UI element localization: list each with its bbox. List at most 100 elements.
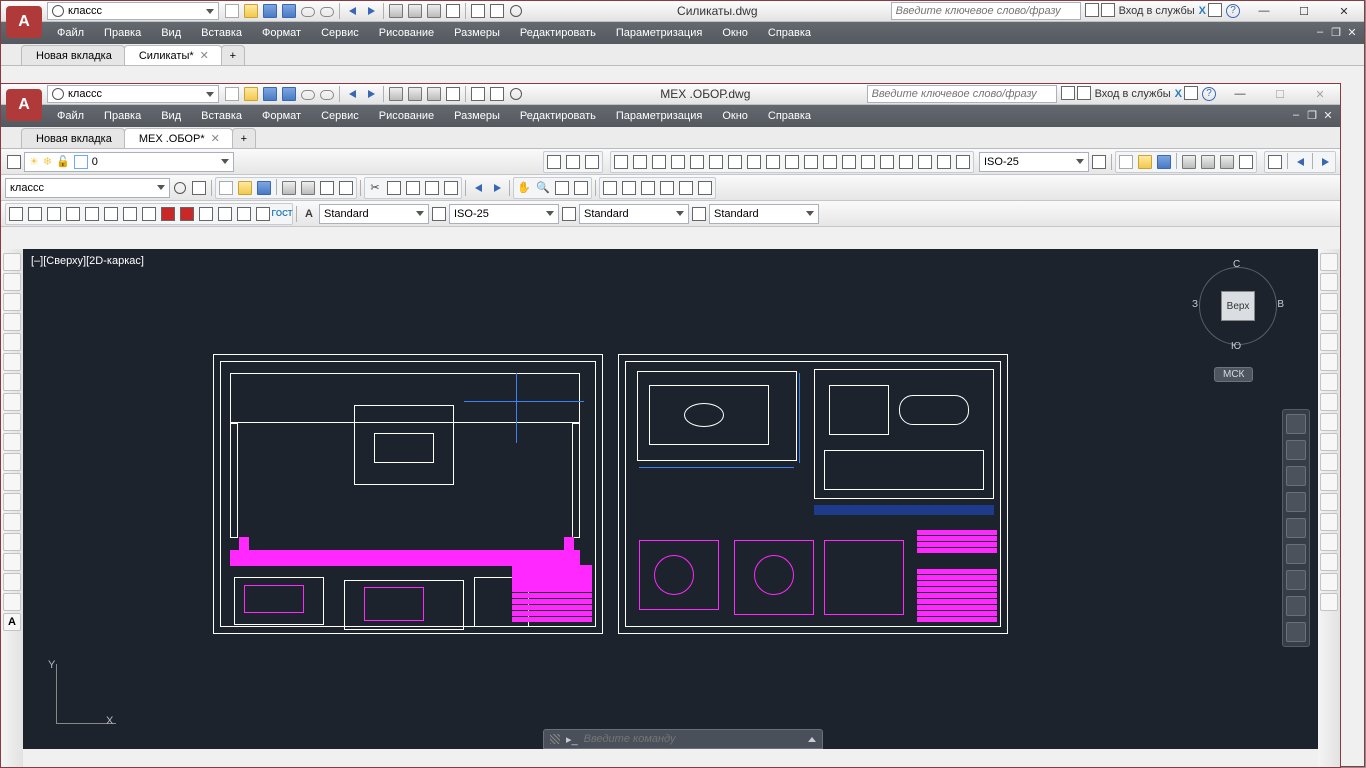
command-input[interactable]: [584, 733, 802, 745]
print-preview-icon[interactable]: [406, 85, 424, 103]
mdi-close-icon[interactable]: ✕: [1344, 24, 1360, 40]
viewcube-w[interactable]: З: [1192, 299, 1198, 310]
osnap-tmp-icon[interactable]: [7, 205, 25, 223]
more-icon[interactable]: [526, 85, 544, 103]
blockedit-icon[interactable]: [442, 179, 460, 197]
help-icon[interactable]: [1226, 4, 1240, 18]
pline-icon[interactable]: [3, 273, 21, 291]
ellipse-icon[interactable]: [3, 373, 21, 391]
search-go-icon[interactable]: [1061, 86, 1075, 103]
more-icon[interactable]: [526, 2, 544, 20]
cut-icon[interactable]: ✂: [366, 179, 384, 197]
open3-icon[interactable]: [236, 179, 254, 197]
infocenter-search[interactable]: [867, 85, 1057, 103]
menu-tools[interactable]: Сервис: [311, 22, 369, 44]
chamfer-icon[interactable]: [1320, 513, 1338, 531]
3dprint-icon[interactable]: [444, 85, 462, 103]
undo-icon[interactable]: [343, 2, 361, 20]
menu-draw[interactable]: Рисование: [369, 105, 444, 127]
dimdia-icon[interactable]: [707, 153, 725, 171]
open-icon[interactable]: [242, 2, 260, 20]
saveas-icon[interactable]: [280, 85, 298, 103]
tab-close-icon[interactable]: ✕: [211, 132, 220, 145]
publish3-icon[interactable]: [318, 179, 336, 197]
viewcube-e[interactable]: В: [1277, 299, 1284, 310]
signin-icon[interactable]: [1101, 3, 1115, 20]
workspace-dropdown[interactable]: классс: [47, 2, 219, 20]
zoomrt-icon[interactable]: 🔍: [534, 179, 552, 197]
osnap-end-icon[interactable]: [45, 205, 63, 223]
3dprint-icon[interactable]: [444, 2, 462, 20]
qnew2-icon[interactable]: [217, 179, 235, 197]
nav-more3-icon[interactable]: [1286, 596, 1306, 616]
zoomwin-icon[interactable]: [553, 179, 571, 197]
pan2-icon[interactable]: [1286, 440, 1306, 460]
mdi-min-icon[interactable]: –: [1288, 107, 1304, 123]
poly-icon[interactable]: [3, 353, 21, 371]
mdi-min-icon[interactable]: –: [1312, 24, 1328, 40]
app-store-icon[interactable]: [1208, 3, 1222, 20]
open2-icon[interactable]: [1136, 153, 1154, 171]
menu-tools[interactable]: Сервис: [311, 105, 369, 127]
viewcube-ucs[interactable]: МСК: [1214, 367, 1253, 382]
maximize-button[interactable]: ☐: [1284, 1, 1324, 22]
redo-icon[interactable]: [362, 85, 380, 103]
wipe-icon[interactable]: [3, 573, 21, 591]
new-icon[interactable]: [1117, 153, 1135, 171]
align-icon[interactable]: [1320, 573, 1338, 591]
osnap-from-icon[interactable]: [26, 205, 44, 223]
break-icon[interactable]: [1320, 473, 1338, 491]
plot2-icon[interactable]: [1180, 153, 1198, 171]
preview3-icon[interactable]: [299, 179, 317, 197]
app-store-icon[interactable]: [1184, 86, 1198, 103]
osnap-appint-icon[interactable]: [102, 205, 120, 223]
osnap-per-icon[interactable]: [197, 205, 215, 223]
dimstyle-edit-icon[interactable]: [1090, 153, 1108, 171]
menu-param[interactable]: Параметризация: [606, 105, 712, 127]
redo2-icon[interactable]: [1316, 153, 1334, 171]
save-web-icon[interactable]: [318, 2, 336, 20]
grip-icon[interactable]: [550, 734, 560, 744]
plot-icon[interactable]: [387, 2, 405, 20]
lenghten-icon[interactable]: [1320, 593, 1338, 611]
dcenter-icon[interactable]: [620, 179, 638, 197]
block-icon[interactable]: [3, 493, 21, 511]
dimstyle2-dropdown[interactable]: ISO-25: [449, 204, 559, 224]
infocenter-search[interactable]: [891, 2, 1081, 20]
dimlinear-icon[interactable]: [612, 153, 630, 171]
move-icon[interactable]: [1320, 353, 1338, 371]
open-icon[interactable]: [242, 85, 260, 103]
spline-icon[interactable]: [3, 413, 21, 431]
markup-icon[interactable]: [677, 179, 695, 197]
dimord-icon[interactable]: [669, 153, 687, 171]
ws-manage-icon[interactable]: [190, 179, 208, 197]
copy-icon[interactable]: [385, 179, 403, 197]
arc-icon[interactable]: [3, 313, 21, 331]
scale-icon[interactable]: [1320, 393, 1338, 411]
undo3-icon[interactable]: [469, 179, 487, 197]
menu-edit[interactable]: Правка: [94, 22, 151, 44]
ws-settings-icon[interactable]: [171, 179, 189, 197]
osnap-qua-icon[interactable]: [159, 205, 177, 223]
saveas-icon[interactable]: [280, 2, 298, 20]
menu-help[interactable]: Справка: [758, 22, 821, 44]
close-button[interactable]: ✕: [1324, 1, 1364, 22]
ray-icon[interactable]: [3, 453, 21, 471]
steering-wheel-icon[interactable]: [1286, 414, 1306, 434]
xchange-icon[interactable]: X: [1175, 88, 1182, 100]
save-icon[interactable]: [261, 2, 279, 20]
dimbase-icon[interactable]: [764, 153, 782, 171]
osnap-int-icon[interactable]: [83, 205, 101, 223]
menu-help[interactable]: Справка: [758, 105, 821, 127]
menu-view[interactable]: Вид: [151, 105, 191, 127]
osnap-cen-icon[interactable]: [140, 205, 158, 223]
dimjoglin-icon[interactable]: [897, 153, 915, 171]
revcloud-icon[interactable]: [3, 593, 21, 611]
dimspace-icon[interactable]: [802, 153, 820, 171]
stretch-icon[interactable]: [1320, 413, 1338, 431]
help-icon[interactable]: [1202, 87, 1216, 101]
dimarc-icon[interactable]: [650, 153, 668, 171]
offset-icon[interactable]: [1320, 313, 1338, 331]
publish-icon[interactable]: [425, 85, 443, 103]
menu-insert[interactable]: Вставка: [191, 22, 252, 44]
